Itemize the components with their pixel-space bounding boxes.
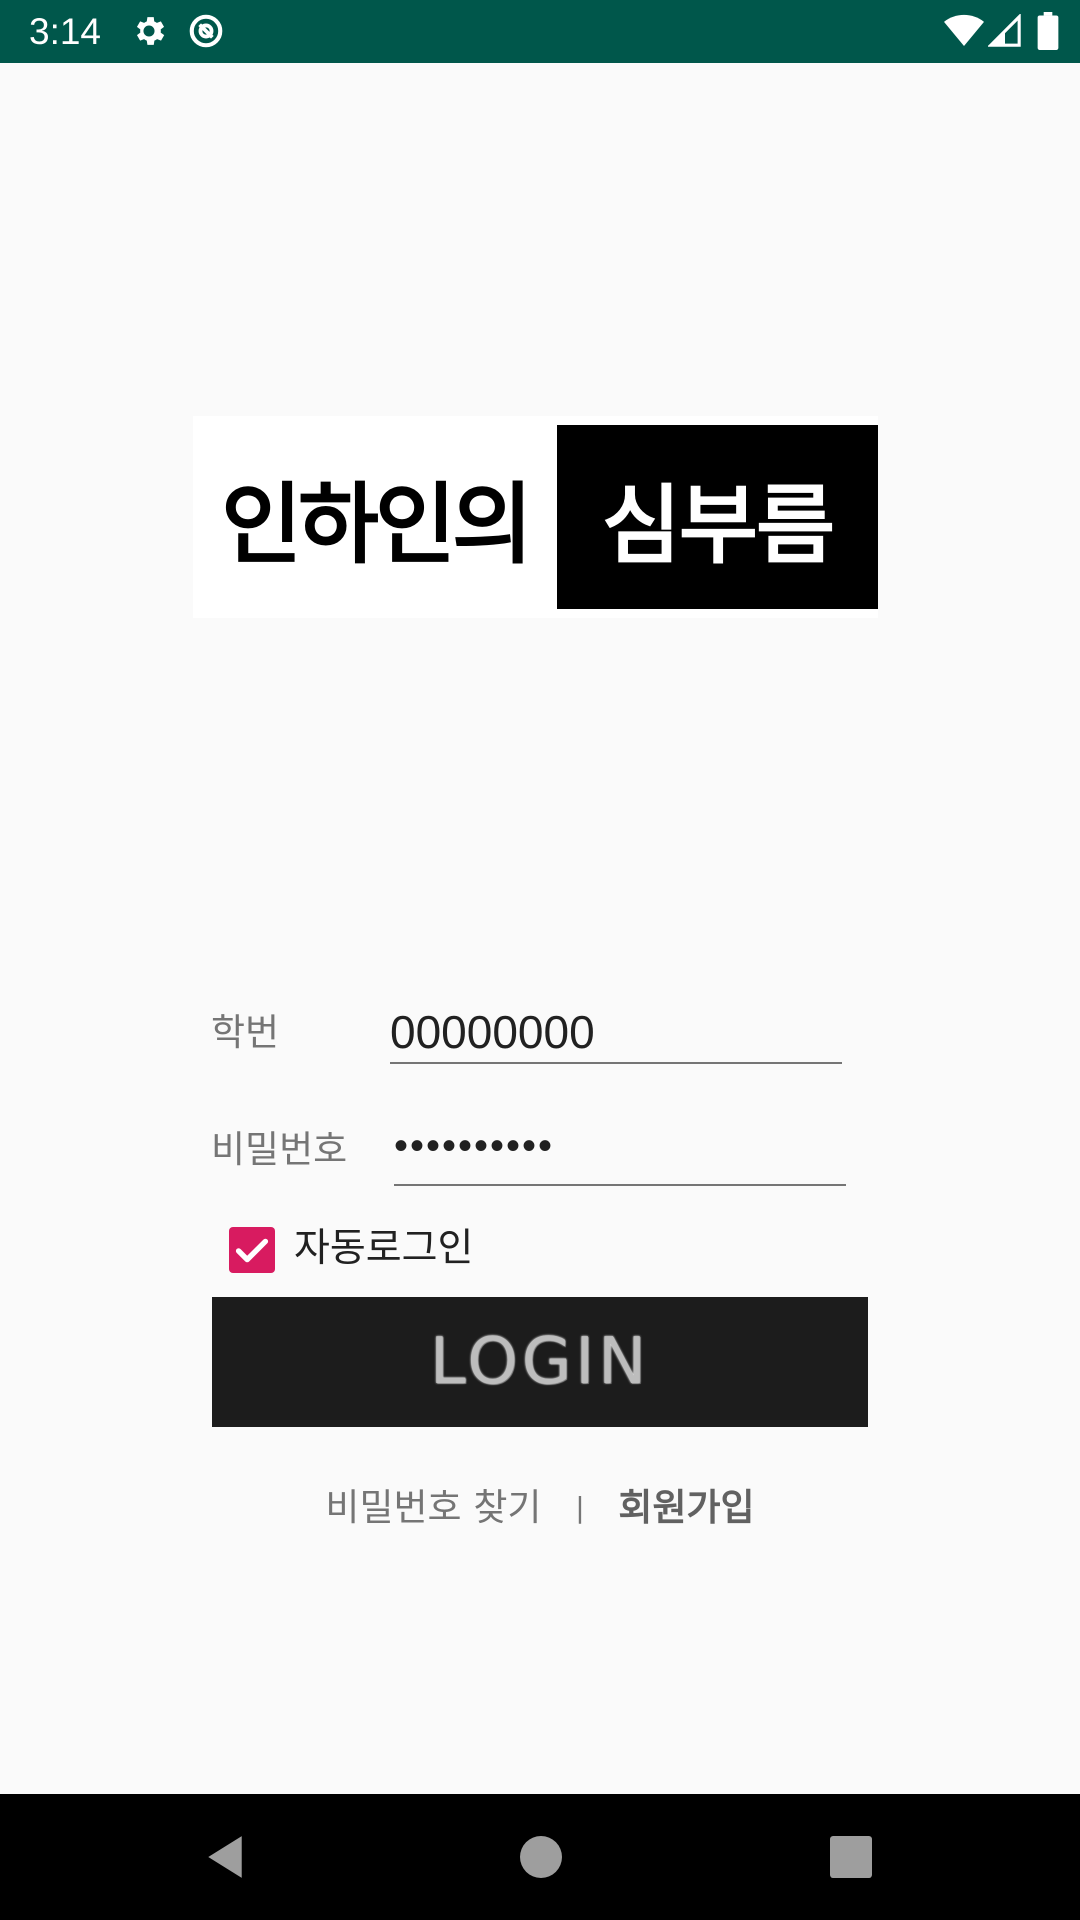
navigation-bar xyxy=(0,1794,1080,1920)
find-password-link[interactable]: 비밀번호 찾기 xyxy=(325,1484,541,1532)
signal-icon xyxy=(988,14,1022,48)
auto-login-checkbox[interactable] xyxy=(229,1227,275,1273)
auto-login-label[interactable]: 자동로그인 xyxy=(294,1226,473,1272)
student-id-input[interactable]: 00000000 xyxy=(390,1002,842,1064)
password-input[interactable]: •••••••••• xyxy=(394,1126,846,1186)
logo-text-left: 인하인의 xyxy=(221,472,533,576)
status-bar: 3:14 xyxy=(0,0,1080,63)
account-links: 비밀번호 찾기 | 회원가입 xyxy=(0,1482,1080,1532)
wifi-icon xyxy=(944,14,984,48)
status-time: 3:14 xyxy=(29,11,102,52)
app-logo: 인하인의 심부름 xyxy=(193,416,878,618)
cast-icon xyxy=(187,12,225,50)
checkmark-icon xyxy=(235,1238,269,1263)
home-icon[interactable] xyxy=(520,1836,562,1878)
link-divider: | xyxy=(575,1490,585,1524)
battery-icon xyxy=(1037,12,1059,50)
login-button[interactable]: LOGIN xyxy=(212,1297,868,1427)
gear-icon xyxy=(130,12,168,50)
password-label: 비밀번호 xyxy=(211,1128,348,1171)
recents-icon[interactable] xyxy=(830,1836,872,1878)
back-icon[interactable] xyxy=(204,1834,246,1880)
logo-text-right: 심부름 xyxy=(557,425,878,609)
student-id-label: 학번 xyxy=(211,1011,280,1054)
sign-up-link[interactable]: 회원가입 xyxy=(618,1484,754,1532)
